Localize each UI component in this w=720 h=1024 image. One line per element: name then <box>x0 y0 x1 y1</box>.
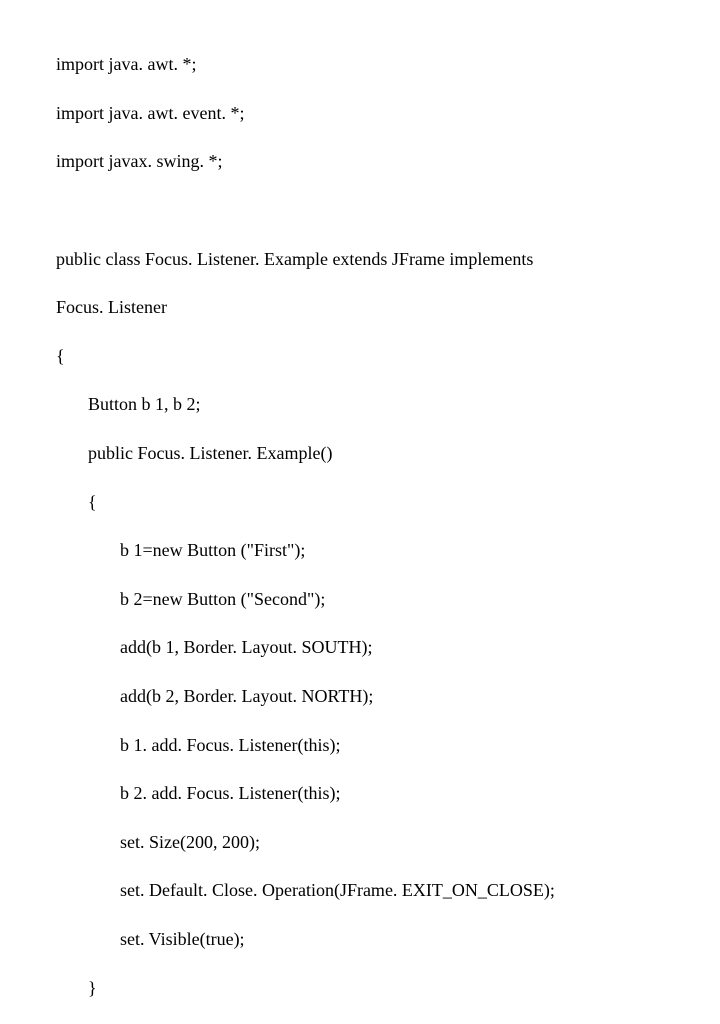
code-line: set. Visible(true); <box>56 927 720 951</box>
code-line: b 2. add. Focus. Listener(this); <box>56 781 720 805</box>
code-line: b 1=new Button ("First"); <box>56 538 720 562</box>
code-blank <box>56 198 720 222</box>
code-line: Focus. Listener <box>56 295 720 319</box>
code-line: import java. awt. event. *; <box>56 101 720 125</box>
code-line: { <box>56 490 720 514</box>
code-line: add(b 2, Border. Layout. NORTH); <box>56 684 720 708</box>
code-line: add(b 1, Border. Layout. SOUTH); <box>56 635 720 659</box>
code-line: } <box>56 976 720 1000</box>
code-listing: import java. awt. *; import java. awt. e… <box>0 0 720 1024</box>
code-line: b 2=new Button ("Second"); <box>56 587 720 611</box>
code-line: { <box>56 344 720 368</box>
code-line: public Focus. Listener. Example() <box>56 441 720 465</box>
code-line: set. Size(200, 200); <box>56 830 720 854</box>
code-line: set. Default. Close. Operation(JFrame. E… <box>56 878 720 902</box>
code-line: import java. awt. *; <box>56 52 720 76</box>
code-line: import javax. swing. *; <box>56 149 720 173</box>
code-line: public class Focus. Listener. Example ex… <box>56 247 720 271</box>
code-line: Button b 1, b 2; <box>56 392 720 416</box>
code-line: b 1. add. Focus. Listener(this); <box>56 733 720 757</box>
